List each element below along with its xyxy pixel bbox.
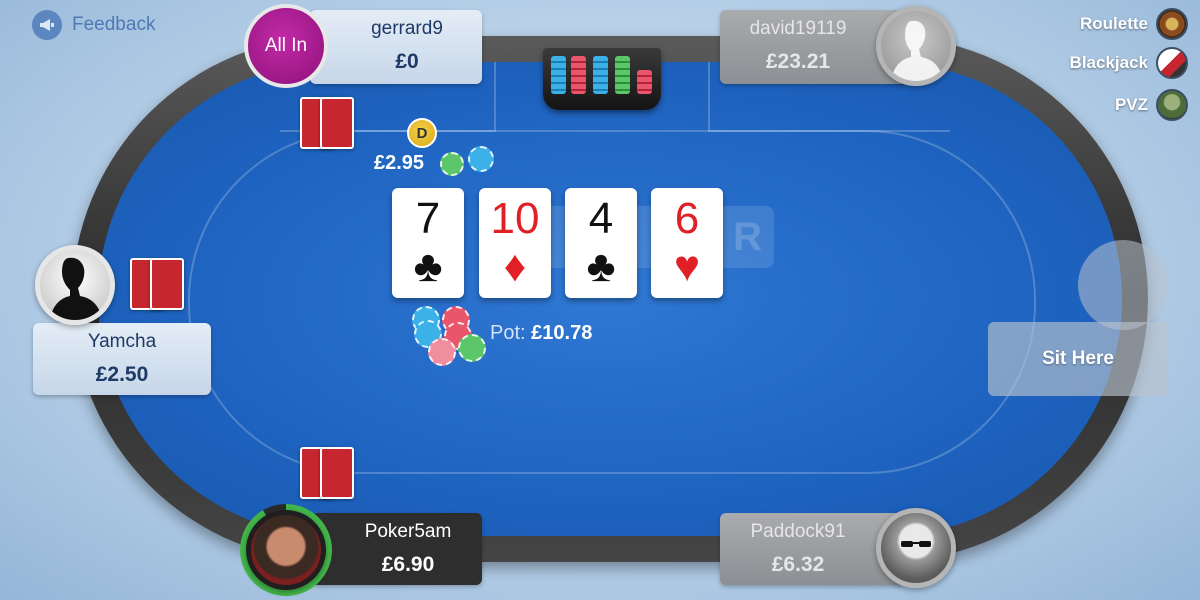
community-card-4: 6 ♥ bbox=[651, 188, 723, 298]
player-gerrard9-panel: gerrard9 £0 bbox=[310, 10, 482, 84]
club-icon: ♣ bbox=[586, 242, 616, 291]
bet-chip bbox=[468, 146, 494, 172]
player-name: Yamcha bbox=[87, 331, 157, 352]
card-rank: 4 bbox=[588, 194, 614, 243]
rack-chips-green bbox=[615, 56, 630, 94]
bet-chip bbox=[440, 152, 464, 176]
card-rank: 10 bbox=[490, 194, 540, 243]
blackjack-cards-icon bbox=[1156, 47, 1188, 79]
menu-item-label: Roulette bbox=[1080, 14, 1148, 33]
zombie-icon bbox=[1156, 89, 1188, 121]
menu-item-pvz[interactable]: PVZ bbox=[1115, 89, 1188, 121]
pot-label: Pot: bbox=[490, 322, 526, 344]
community-card-2: 10 ♦ bbox=[479, 188, 551, 298]
feedback-label: Feedback bbox=[72, 14, 156, 35]
player-stack: £6.90 bbox=[381, 553, 435, 576]
player-yamcha-avatar bbox=[35, 245, 115, 325]
club-icon: ♣ bbox=[413, 242, 443, 291]
silhouette-icon bbox=[891, 20, 943, 81]
silhouette-icon bbox=[50, 257, 102, 320]
player-poker5am-panel: Poker5am £6.90 bbox=[312, 513, 482, 585]
sit-here-button[interactable]: Sit Here bbox=[988, 322, 1168, 396]
player-poker5am-avatar bbox=[246, 510, 326, 590]
player-paddock91-avatar bbox=[876, 508, 956, 588]
player-bet-amount: £2.95 bbox=[374, 152, 425, 174]
pot-display: Pot: £10.78 bbox=[490, 322, 592, 345]
hole-card-back bbox=[320, 447, 354, 499]
menu-item-label: PVZ bbox=[1114, 95, 1148, 114]
feedback-button[interactable]: Feedback bbox=[32, 10, 155, 40]
all-in-badge: All In bbox=[244, 4, 328, 88]
player-yamcha-panel: Yamcha £2.50 bbox=[33, 323, 211, 395]
community-card-3: 4 ♣ bbox=[565, 188, 637, 298]
sunglasses-icon bbox=[901, 541, 931, 547]
player-stack: £2.50 bbox=[95, 363, 149, 386]
pot-chip bbox=[458, 334, 486, 362]
diamond-icon: ♦ bbox=[503, 242, 527, 291]
hole-card-back bbox=[320, 97, 354, 149]
table-logo-watermark: R bbox=[520, 206, 774, 268]
menu-item-blackjack[interactable]: Blackjack bbox=[1070, 47, 1188, 79]
menu-item-label: Blackjack bbox=[1069, 53, 1148, 72]
felt-betting-line bbox=[188, 130, 1036, 474]
menu-item-roulette[interactable]: Roulette bbox=[1080, 8, 1188, 40]
megaphone-icon bbox=[32, 10, 62, 40]
rack-chips-blue bbox=[551, 56, 566, 94]
heart-icon: ♥ bbox=[673, 242, 701, 291]
community-card-1: 7 ♣ bbox=[392, 188, 464, 298]
roulette-wheel-icon bbox=[1156, 8, 1188, 40]
hole-card-back bbox=[150, 258, 184, 310]
player-name: Poker5am bbox=[364, 521, 452, 542]
card-rank: 7 bbox=[415, 194, 441, 243]
pot-chip bbox=[428, 338, 456, 366]
player-name: gerrard9 bbox=[371, 18, 443, 39]
player-david19119-avatar bbox=[876, 6, 956, 86]
rack-chips-red bbox=[571, 56, 586, 94]
card-rank: 6 bbox=[674, 194, 700, 243]
dealer-button: D bbox=[407, 118, 437, 148]
pot-amount: £10.78 bbox=[531, 322, 593, 344]
rack-chips-blue-2 bbox=[593, 56, 608, 94]
chip-rack bbox=[543, 48, 661, 110]
rack-chips-red-2 bbox=[637, 70, 652, 94]
player-stack: £0 bbox=[395, 50, 419, 73]
empty-seat-avatar bbox=[1078, 240, 1168, 330]
